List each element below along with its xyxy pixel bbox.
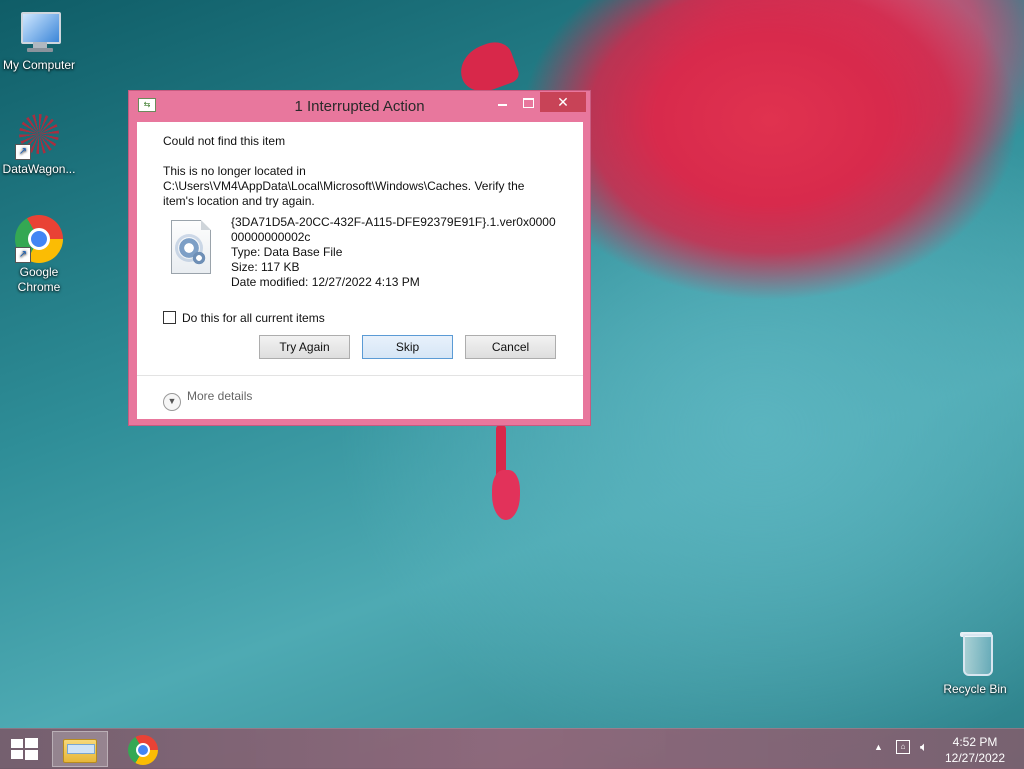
skip-button[interactable]: Skip xyxy=(362,335,453,359)
maximize-button[interactable] xyxy=(515,92,541,112)
title-bar[interactable]: ⇆ 1 Interrupted Action ✕ xyxy=(129,91,590,121)
do-for-all-row[interactable]: Do this for all current items xyxy=(163,311,325,325)
dialog-content: Could not find this item This is no long… xyxy=(137,122,583,419)
desktop-icon-label: Google Chrome xyxy=(17,265,61,294)
file-name: {3DA71D5A-20CC-432F-A115-DFE92379E91F}.1… xyxy=(231,215,556,244)
chrome-icon xyxy=(128,735,158,765)
close-icon: ✕ xyxy=(557,94,569,110)
recycle-bin-icon xyxy=(951,632,999,680)
computer-icon xyxy=(15,8,63,56)
more-details-label: More details xyxy=(187,389,253,403)
wallpaper-pistil-tip xyxy=(492,470,520,520)
close-button[interactable]: ✕ xyxy=(540,92,586,112)
file-type: Type: Data Base File xyxy=(231,245,343,259)
taskbar-file-explorer[interactable] xyxy=(52,731,108,767)
show-hidden-icons-icon[interactable]: ▲ xyxy=(874,742,883,752)
error-description: This is no longer located in C:\Users\VM… xyxy=(163,164,525,208)
more-details-toggle[interactable]: ▼ More details xyxy=(163,389,252,411)
minimize-button[interactable] xyxy=(489,92,515,112)
chrome-icon: ↗ xyxy=(15,215,63,263)
minimize-icon xyxy=(497,104,507,106)
try-again-button[interactable]: Try Again xyxy=(259,335,350,359)
desktop-icon-datawagon[interactable]: ↗ DataWagon... xyxy=(0,112,78,177)
error-heading: Could not find this item xyxy=(163,134,286,148)
desktop-icon-label: DataWagon... xyxy=(2,162,76,176)
taskbar-google-chrome[interactable] xyxy=(116,731,172,767)
volume-icon[interactable]: 🔈︎ xyxy=(920,739,928,755)
shortcut-arrow-icon: ↗ xyxy=(15,144,31,160)
shortcut-arrow-icon: ↗ xyxy=(15,247,31,263)
datawagon-icon: ↗ xyxy=(15,112,63,160)
do-for-all-checkbox[interactable] xyxy=(163,311,176,324)
clock-date: 12/27/2022 xyxy=(944,751,1006,765)
interrupted-action-dialog: ⇆ 1 Interrupted Action ✕ Could not find … xyxy=(128,90,591,426)
chevron-down-icon: ▼ xyxy=(163,393,181,411)
wallpaper-petal xyxy=(453,36,522,99)
desktop-icon-recycle-bin[interactable]: Recycle Bin xyxy=(936,632,1014,697)
database-file-icon xyxy=(171,220,211,274)
maximize-icon xyxy=(522,98,534,108)
divider xyxy=(137,375,583,376)
start-button[interactable] xyxy=(8,737,40,761)
network-icon[interactable]: ⌂ xyxy=(896,740,910,754)
folder-icon xyxy=(63,739,97,763)
cancel-button[interactable]: Cancel xyxy=(465,335,556,359)
file-size: Size: 117 KB xyxy=(231,260,300,274)
desktop-icon-google-chrome[interactable]: ↗ Google Chrome xyxy=(0,215,78,295)
desktop-icon-label: Recycle Bin xyxy=(943,682,1007,696)
taskbar: ▲ ⌂ 🔈︎ 4:52 PM 12/27/2022 xyxy=(0,728,1024,769)
clock[interactable]: 4:52 PM 12/27/2022 xyxy=(940,734,1010,766)
do-for-all-label: Do this for all current items xyxy=(182,311,325,325)
file-details: {3DA71D5A-20CC-432F-A115-DFE92379E91F}.1… xyxy=(231,215,561,290)
desktop-icon-label: My Computer xyxy=(2,58,76,72)
file-date-modified: Date modified: 12/27/2022 4:13 PM xyxy=(231,275,420,289)
clock-time: 4:52 PM xyxy=(952,735,998,749)
desktop-icon-my-computer[interactable]: My Computer xyxy=(0,8,78,73)
